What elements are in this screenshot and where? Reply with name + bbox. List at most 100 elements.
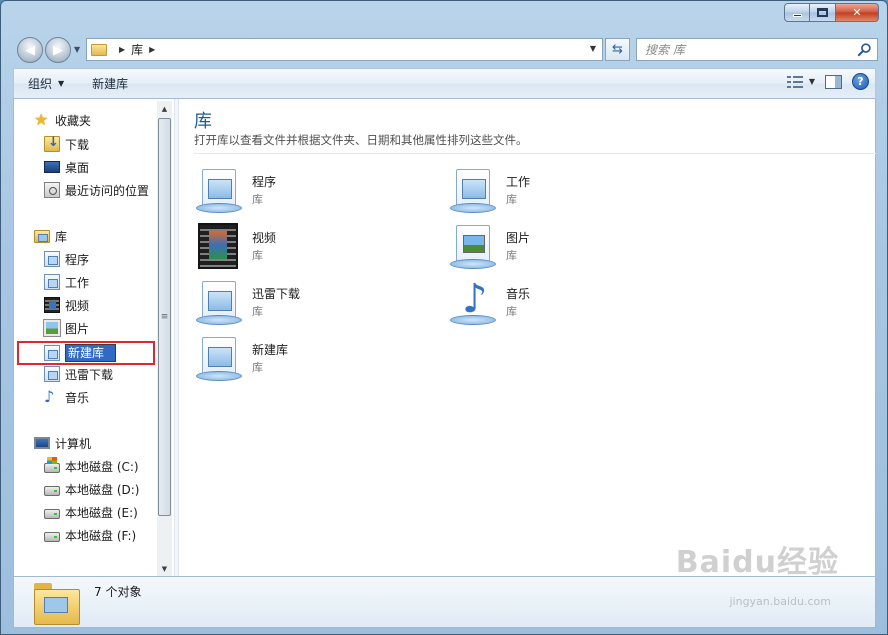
library-tile-programs[interactable]: 程序 库 (194, 167, 424, 217)
tree-item-work[interactable]: 工作 (44, 272, 89, 292)
tree-item-videos[interactable]: 视频 (44, 295, 89, 315)
tile-type: 库 (252, 305, 263, 318)
watermark-logo: Baidu经验 (675, 545, 839, 580)
tile-name: 程序 (252, 175, 277, 189)
view-dropdown-icon[interactable]: ▼ (809, 77, 815, 86)
tree-item-pictures[interactable]: 图片 (43, 318, 89, 338)
tree-label: 程序 (65, 252, 90, 267)
change-view-icon[interactable] (786, 75, 803, 89)
library-tile-new-library[interactable]: 新建库 库 (194, 335, 424, 385)
breadcrumb-libraries[interactable]: 库 (131, 41, 143, 58)
address-dropdown-icon[interactable]: ▼ (590, 44, 596, 53)
library-icon (44, 366, 60, 382)
forward-arrow-icon: ▶ (53, 42, 63, 58)
tile-type: 库 (252, 193, 263, 206)
tree-label: 下载 (65, 137, 90, 152)
help-icon[interactable]: ? (852, 73, 869, 90)
library-icon (44, 345, 60, 361)
tree-item-drive-d[interactable]: 本地磁盘 (D:) (44, 479, 139, 499)
recent-pages-dropdown[interactable]: ▼ (74, 45, 80, 54)
tile-name: 迅雷下载 (252, 287, 301, 301)
organize-label: 组织 (28, 77, 53, 91)
minimize-button[interactable] (784, 3, 810, 22)
tree-item-desktop[interactable]: 桌面 (44, 157, 89, 177)
search-input[interactable]: 搜索 库 (636, 38, 878, 61)
scroll-thumb[interactable]: ≡ (158, 118, 171, 516)
hard-drive-icon (44, 509, 60, 519)
tree-item-drive-c[interactable]: 本地磁盘 (C:) (44, 456, 139, 476)
tree-label: 本地磁盘 (E:) (65, 505, 138, 520)
picture-library-icon (448, 223, 498, 273)
tree-label: 工作 (65, 275, 90, 290)
tree-label: 最近访问的位置 (65, 183, 150, 198)
library-icon (448, 167, 498, 217)
page-description: 打开库以查看文件并根据文件夹、日期和其他属性排列这些文件。 (194, 133, 528, 147)
organize-button[interactable]: 组织 ▼ (14, 69, 78, 98)
command-bar: 组织 ▼ 新建库 ▼ ? (13, 68, 876, 99)
tree-item-xunlei[interactable]: 迅雷下载 (44, 364, 113, 384)
tree-item-drive-e[interactable]: 本地磁盘 (E:) (44, 502, 138, 522)
tile-type: 库 (252, 249, 263, 262)
hard-drive-icon (44, 486, 60, 496)
tree-item-computer[interactable]: 计算机 (34, 433, 91, 453)
pane-splitter[interactable] (174, 99, 179, 576)
library-icon (194, 167, 244, 217)
rename-input[interactable]: 新建库 (64, 343, 117, 363)
tree-label: 本地磁盘 (D:) (65, 482, 140, 497)
tile-type: 库 (506, 305, 517, 318)
forward-button[interactable]: ▶ (45, 37, 71, 63)
music-library-icon: ♪ (44, 387, 55, 406)
scroll-down-icon[interactable]: ▼ (157, 561, 172, 576)
tree-label: 桌面 (65, 160, 90, 175)
tree-item-programs[interactable]: 程序 (44, 249, 89, 269)
preview-pane-icon[interactable] (825, 74, 842, 89)
downloads-folder-icon (44, 135, 60, 152)
new-library-button[interactable]: 新建库 (78, 69, 142, 98)
library-tile-xunlei[interactable]: 迅雷下载 库 (194, 279, 424, 329)
tree-item-music[interactable]: ♪ 音乐 (44, 387, 89, 407)
address-bar[interactable]: ▶ 库 ▶ ▼ (86, 38, 603, 61)
tree-label: 迅雷下载 (65, 367, 114, 382)
navigation-pane: ★ 收藏夹 下载 桌面 最近访问的位置 库 (14, 99, 174, 576)
library-tile-music[interactable]: ♪ 音乐 库 (448, 277, 678, 329)
search-placeholder: 搜索 库 (645, 43, 685, 57)
tree-item-drive-f[interactable]: 本地磁盘 (F:) (44, 525, 136, 545)
watermark-url: jingyan.baidu.com (729, 595, 831, 608)
page-title: 库 (194, 111, 212, 132)
tree-label: 收藏夹 (55, 113, 92, 128)
tree-item-downloads[interactable]: 下载 (44, 134, 89, 154)
library-tile-work[interactable]: 工作 库 (448, 167, 678, 217)
tree-item-libraries[interactable]: 库 (34, 226, 67, 246)
content-pane: 库 打开库以查看文件并根据文件夹、日期和其他属性排列这些文件。 程序 库 工作 … (180, 99, 876, 576)
computer-icon (34, 437, 50, 449)
library-icon (194, 335, 244, 385)
search-icon[interactable] (857, 42, 872, 57)
back-arrow-icon: ◀ (25, 42, 35, 58)
view-controls: ▼ ? (786, 73, 869, 90)
tile-name: 视频 (252, 231, 277, 245)
main-area: ★ 收藏夹 下载 桌面 最近访问的位置 库 (13, 99, 876, 576)
breadcrumb-chevron-icon[interactable]: ▶ (149, 45, 155, 54)
library-tile-pictures[interactable]: 图片 库 (448, 223, 678, 273)
navigation-scrollbar[interactable]: ▲ ≡ ▼ (157, 101, 172, 576)
library-folder-icon (91, 43, 107, 56)
close-button[interactable]: ✕ (836, 3, 879, 22)
breadcrumb-chevron-icon[interactable]: ▶ (119, 45, 125, 54)
tree-item-new-library[interactable]: 新建库 (44, 343, 117, 363)
tile-name: 工作 (506, 175, 531, 189)
maximize-button[interactable] (810, 3, 836, 22)
back-button[interactable]: ◀ (17, 37, 43, 63)
libraries-folder-icon (34, 583, 80, 625)
video-library-icon (44, 297, 60, 313)
tree-item-recent-places[interactable]: 最近访问的位置 (44, 180, 149, 200)
refresh-button[interactable]: ⇆ (605, 38, 630, 61)
recent-places-icon (44, 182, 60, 198)
tree-item-favorites[interactable]: ★ 收藏夹 (34, 110, 91, 130)
library-tile-videos[interactable]: 视频 库 (194, 223, 424, 273)
library-icon (44, 274, 60, 290)
scroll-up-icon[interactable]: ▲ (157, 101, 172, 116)
libraries-icon (34, 229, 50, 243)
library-icon (44, 251, 60, 267)
new-library-label: 新建库 (92, 77, 129, 91)
close-icon: ✕ (852, 6, 862, 19)
